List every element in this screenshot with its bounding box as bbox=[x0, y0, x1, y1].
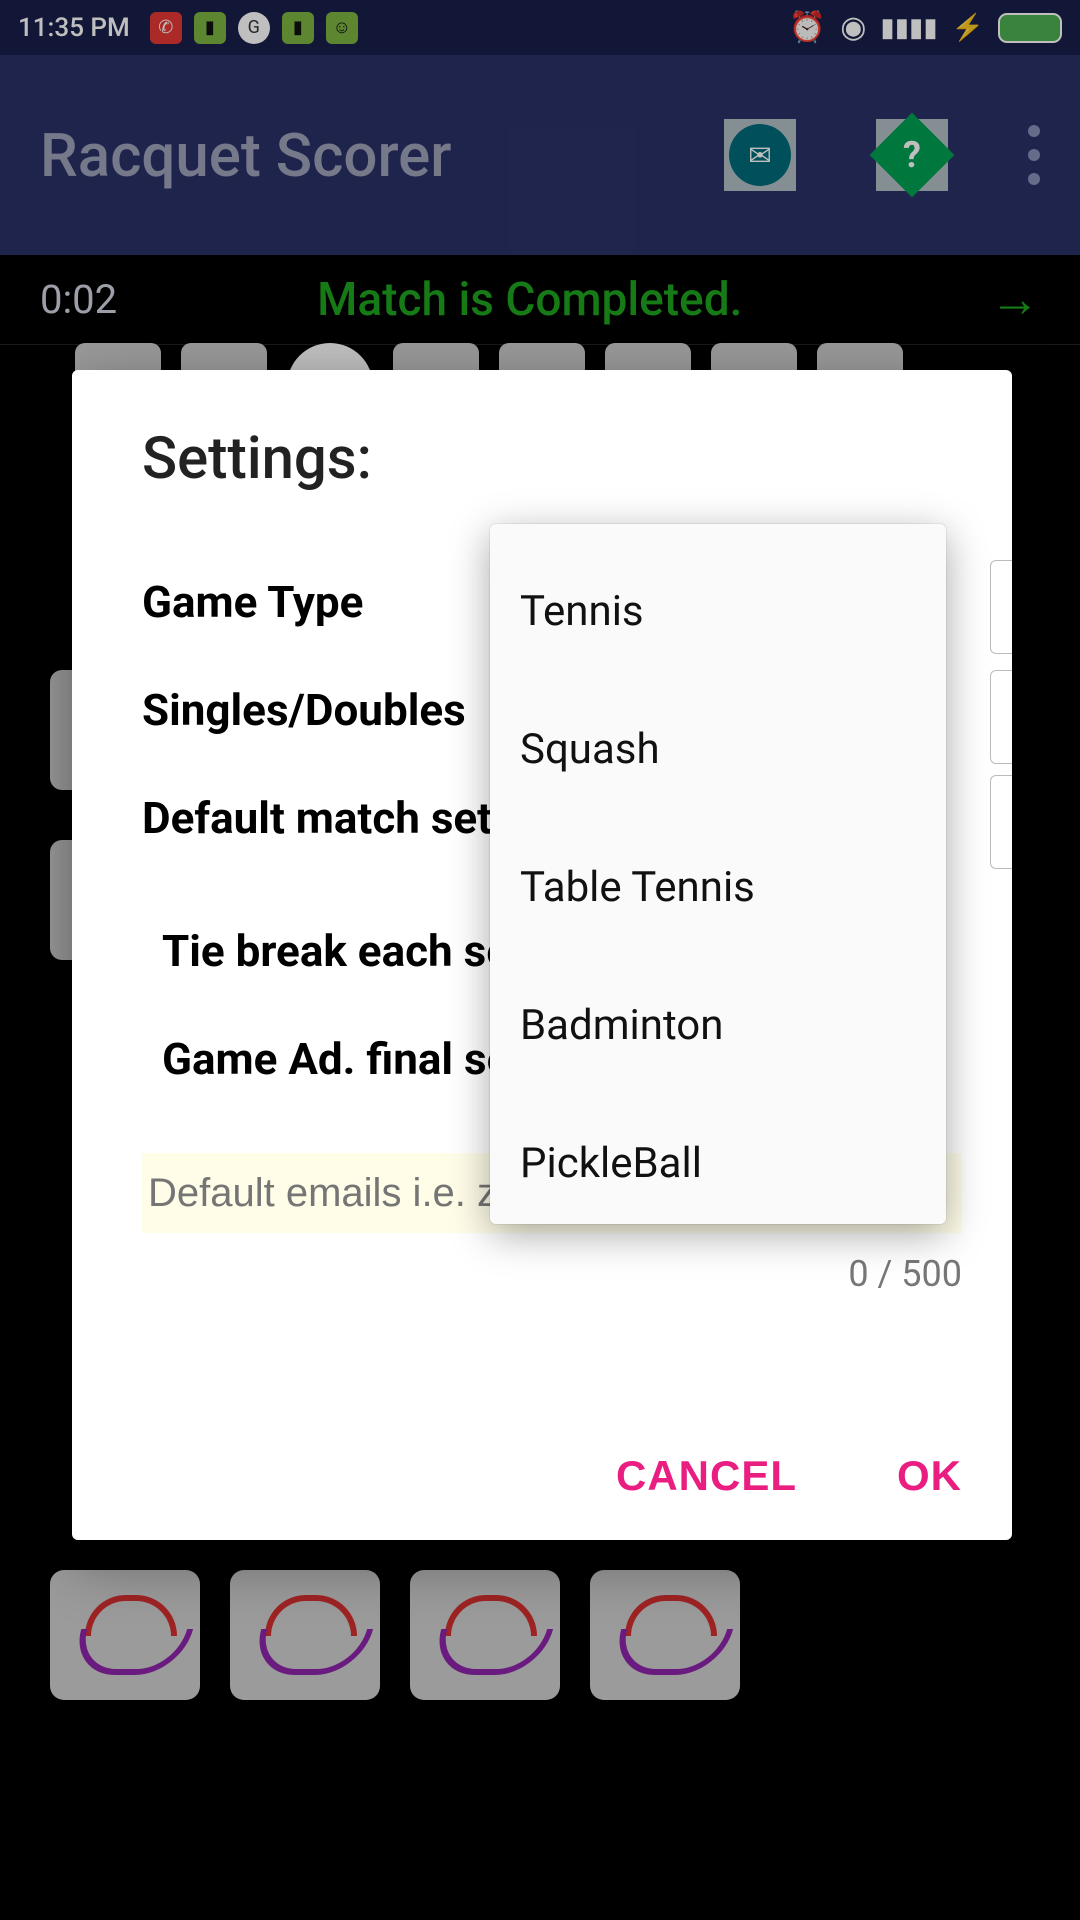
dropdown-option-squash[interactable]: Squash bbox=[490, 680, 946, 818]
cancel-button[interactable]: CANCEL bbox=[616, 1452, 797, 1500]
dialog-title: Settings: bbox=[142, 425, 982, 493]
dropdown-option-tennis[interactable]: Tennis bbox=[490, 542, 946, 680]
dialog-actions: CANCEL OK bbox=[616, 1452, 962, 1500]
game-type-dropdown: Tennis Squash Table Tennis Badminton Pic… bbox=[490, 524, 946, 1224]
ok-button[interactable]: OK bbox=[897, 1452, 962, 1500]
dropdown-option-table-tennis[interactable]: Table Tennis bbox=[490, 818, 946, 956]
dropdown-option-pickleball[interactable]: PickleBall bbox=[490, 1094, 946, 1232]
spinner-handle[interactable] bbox=[990, 670, 1012, 764]
spinner-handle[interactable] bbox=[990, 775, 1012, 869]
char-count: 0 / 500 bbox=[142, 1253, 962, 1295]
spinner-handle[interactable] bbox=[990, 560, 1012, 654]
dropdown-option-badminton[interactable]: Badminton bbox=[490, 956, 946, 1094]
